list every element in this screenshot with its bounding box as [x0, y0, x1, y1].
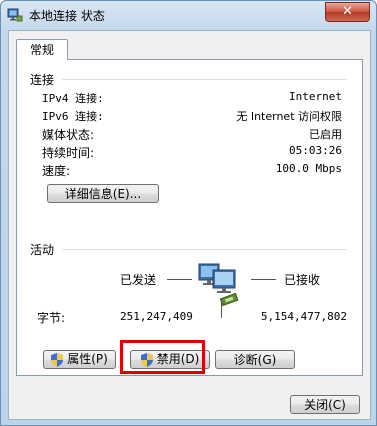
duration-value: 05:03:26	[289, 144, 342, 157]
status-window: 本地连接 状态 ✕ 常规 连接 IPv4 连接: Internet IPv6 连…	[0, 0, 377, 426]
window-close-button[interactable]: ✕	[325, 2, 370, 22]
bytes-sent-value: 251,247,409	[120, 310, 193, 323]
network-icon	[7, 8, 23, 22]
connection-group-title: 连接	[30, 73, 55, 87]
window-title: 本地连接 状态	[29, 9, 105, 23]
received-line	[251, 279, 276, 280]
sent-label: 已发送	[120, 273, 157, 287]
media-state-value: 已启用	[309, 128, 342, 141]
uac-shield-icon	[51, 352, 64, 367]
received-label: 已接收	[284, 273, 321, 287]
details-button[interactable]: 详细信息(E)...	[47, 184, 159, 203]
activity-divider	[221, 298, 222, 318]
title-bar[interactable]: 本地连接 状态 ✕	[1, 1, 376, 29]
duration-label: 持续时间:	[42, 146, 95, 160]
general-tab-panel: 连接 IPv4 连接: Internet IPv6 连接: 无 Internet…	[16, 59, 363, 376]
ipv6-value: 无 Internet 访问权限	[236, 110, 342, 123]
activity-group-divider	[62, 249, 347, 250]
bytes-label: 字节:	[37, 311, 66, 325]
ipv4-label: IPv4 连接:	[42, 92, 104, 105]
highlight-box	[120, 340, 205, 374]
sent-line	[167, 279, 192, 280]
media-state-label: 媒体状态:	[42, 128, 95, 142]
close-button[interactable]: 关闭(C)	[290, 395, 360, 414]
diagnose-button[interactable]: 诊断(G)	[215, 350, 295, 369]
speed-label: 速度:	[42, 164, 71, 178]
properties-button[interactable]: 属性(P)	[43, 350, 116, 369]
network-activity-icon	[198, 263, 239, 307]
ipv4-value: Internet	[289, 90, 342, 103]
activity-group-title: 活动	[30, 243, 55, 257]
bytes-received-value: 5,154,477,802	[260, 310, 347, 323]
properties-button-label: 属性(P)	[67, 352, 108, 366]
ipv6-label: IPv6 连接:	[42, 110, 104, 123]
tab-general[interactable]: 常规	[16, 39, 68, 60]
connection-group-divider	[62, 79, 347, 80]
speed-value: 100.0 Mbps	[275, 162, 342, 175]
